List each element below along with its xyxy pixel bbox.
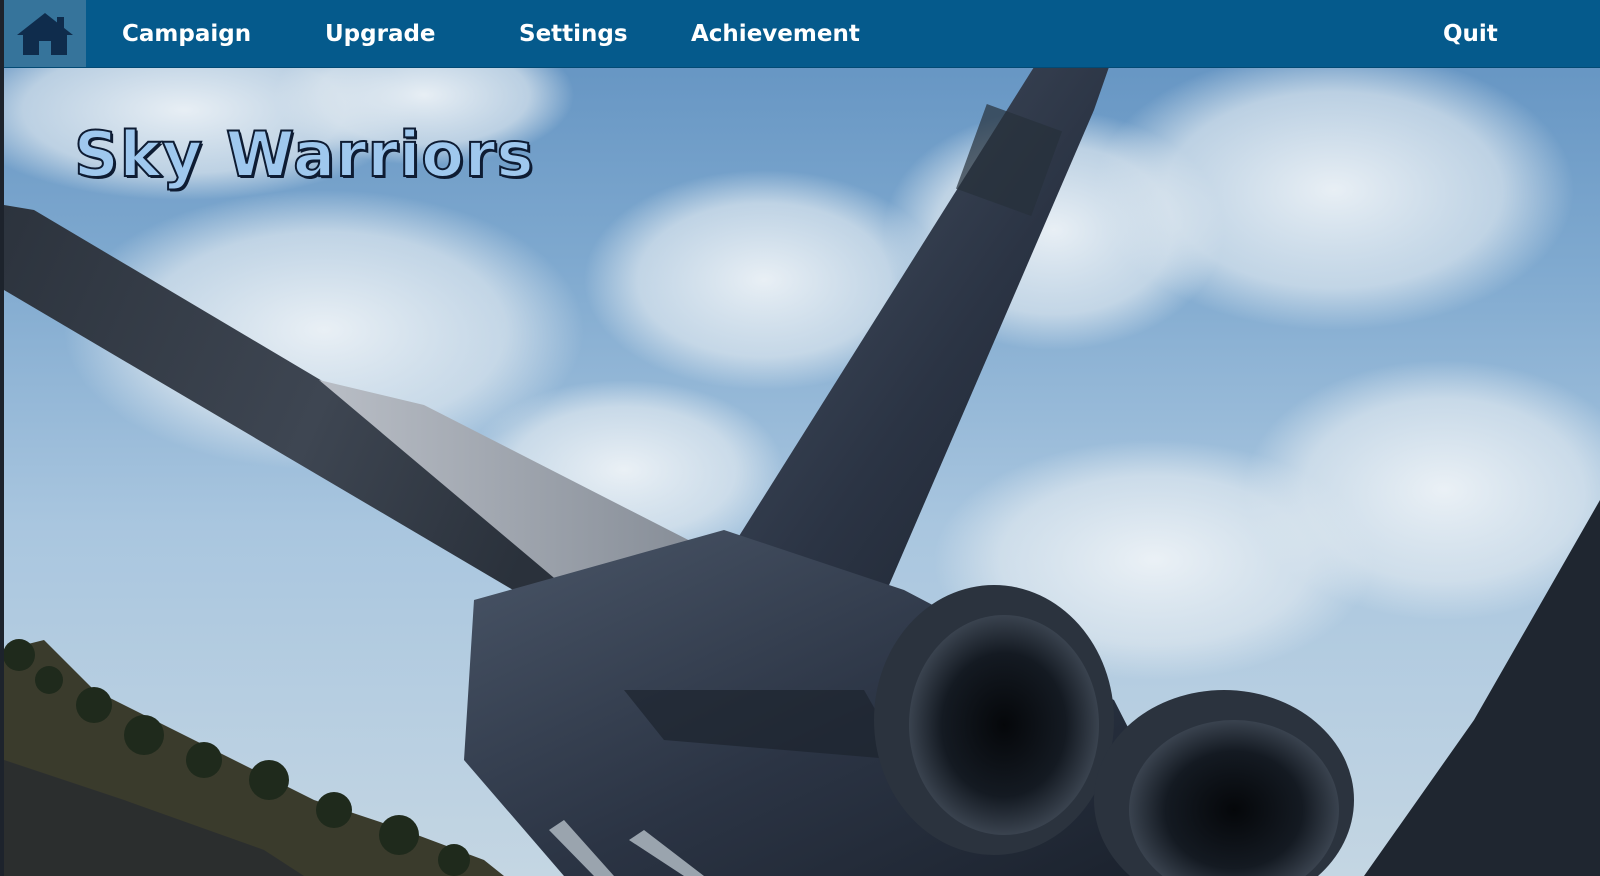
- top-nav-bar: Campaign Upgrade Settings Achievement Qu…: [4, 0, 1600, 68]
- nav-quit-button[interactable]: Quit: [1443, 0, 1498, 67]
- nav-upgrade-button[interactable]: Upgrade: [325, 0, 436, 67]
- home-button[interactable]: [4, 0, 86, 67]
- home-icon: [17, 12, 73, 55]
- game-title: Sky Warriors: [73, 117, 535, 192]
- nav-achievement-button[interactable]: Achievement: [691, 0, 860, 67]
- nav-campaign-button[interactable]: Campaign: [122, 0, 251, 67]
- nav-settings-button[interactable]: Settings: [519, 0, 628, 67]
